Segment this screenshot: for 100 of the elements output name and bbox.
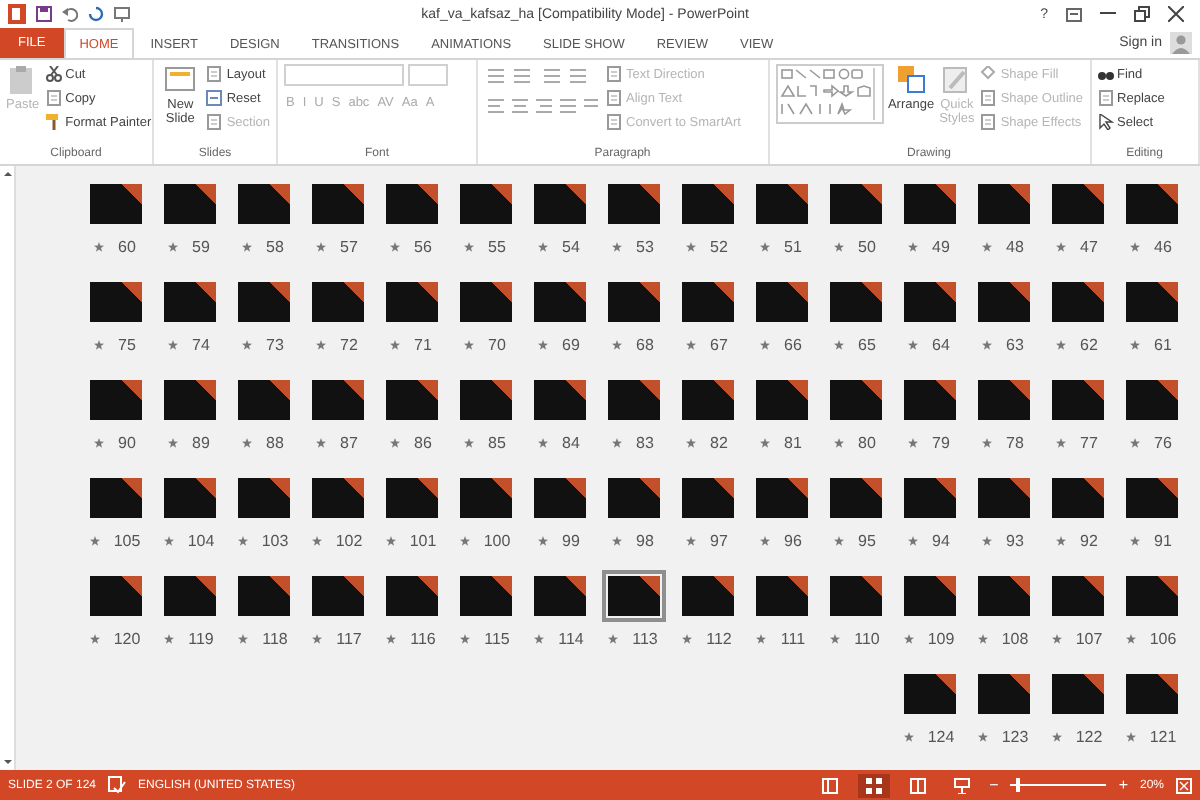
slide-number: 77 bbox=[1080, 434, 1098, 452]
slide-number: 50 bbox=[858, 238, 876, 256]
slide-number: 116 bbox=[410, 630, 436, 648]
star-icon bbox=[1130, 536, 1141, 546]
star-icon bbox=[612, 340, 623, 350]
zoom-in-button[interactable]: + bbox=[1118, 776, 1128, 794]
slide-number: 119 bbox=[188, 630, 214, 648]
star-icon bbox=[756, 634, 767, 644]
overlapping-squares-icon bbox=[895, 64, 928, 96]
slide-number: 109 bbox=[927, 630, 955, 648]
star-icon bbox=[686, 340, 697, 350]
slide-number: 114 bbox=[558, 630, 584, 648]
slide-number: 78 bbox=[1006, 434, 1024, 452]
slide-sorter-button[interactable] bbox=[857, 773, 890, 797]
paintbrush-icon bbox=[940, 64, 973, 96]
slide-number: 55 bbox=[488, 238, 506, 256]
slide-number: 66 bbox=[784, 336, 802, 354]
slide-number: 101 bbox=[409, 532, 437, 550]
close-icon[interactable] bbox=[1168, 6, 1184, 22]
slide-number: 118 bbox=[262, 630, 288, 648]
document-icon bbox=[980, 114, 997, 130]
slide-number: 85 bbox=[488, 434, 506, 452]
slide-number: 48 bbox=[1006, 238, 1024, 256]
star-icon bbox=[464, 438, 475, 448]
slide-number: 87 bbox=[340, 434, 358, 452]
star-icon bbox=[908, 242, 919, 252]
slide-number: 97 bbox=[710, 532, 728, 550]
spelling-check-icon[interactable] bbox=[108, 776, 127, 794]
fit-to-window-icon[interactable] bbox=[1176, 777, 1192, 793]
font-name-field[interactable] bbox=[284, 64, 404, 86]
star-icon bbox=[242, 438, 253, 448]
slide-number: 96 bbox=[784, 532, 802, 550]
star-icon bbox=[982, 438, 993, 448]
star-icon bbox=[1056, 536, 1067, 546]
star-icon bbox=[834, 536, 845, 546]
redo-icon[interactable] bbox=[88, 6, 104, 22]
slide-number: 71 bbox=[414, 336, 432, 354]
star-icon bbox=[982, 242, 993, 252]
slide-number: 100 bbox=[483, 532, 511, 550]
star-icon bbox=[312, 634, 323, 644]
slide-number: 67 bbox=[710, 336, 728, 354]
shapes-gallery-drawing[interactable] bbox=[775, 64, 884, 124]
view-icon bbox=[953, 777, 970, 793]
slide-number: 72 bbox=[340, 336, 358, 354]
slide-number: 64 bbox=[932, 336, 950, 354]
star-icon bbox=[977, 634, 988, 644]
star-icon bbox=[1056, 438, 1067, 448]
save-icon[interactable] bbox=[36, 6, 52, 22]
slide-number: 73 bbox=[266, 336, 284, 354]
star-icon bbox=[686, 536, 697, 546]
star-icon bbox=[608, 634, 619, 644]
star-icon bbox=[760, 438, 771, 448]
star-icon bbox=[1125, 634, 1136, 644]
slideshow-start-icon[interactable] bbox=[114, 6, 130, 22]
star-icon bbox=[612, 242, 623, 252]
star-icon bbox=[908, 536, 919, 546]
document-icon bbox=[45, 90, 62, 106]
document-icon bbox=[606, 114, 622, 130]
star-icon bbox=[1056, 340, 1067, 350]
slide-number: 107 bbox=[1075, 630, 1103, 648]
star-icon bbox=[89, 634, 100, 644]
star-icon bbox=[977, 732, 988, 742]
star-icon bbox=[982, 340, 993, 350]
powerpoint-logo-icon[interactable] bbox=[8, 4, 26, 24]
star-icon bbox=[316, 340, 327, 350]
star-icon bbox=[538, 438, 549, 448]
ribbon-display-icon[interactable] bbox=[1066, 7, 1082, 21]
slide-thumbnail[interactable] bbox=[601, 570, 665, 622]
star-icon bbox=[94, 242, 105, 252]
slide-number: 59 bbox=[192, 238, 210, 256]
slide-icon bbox=[164, 64, 197, 96]
star-icon bbox=[1056, 242, 1067, 252]
star-icon bbox=[464, 242, 475, 252]
slide-number: 46 bbox=[1154, 238, 1172, 256]
star-icon bbox=[908, 340, 919, 350]
slide-number: 49 bbox=[932, 238, 950, 256]
document-icon bbox=[606, 90, 622, 106]
star-icon bbox=[686, 438, 697, 448]
slide-number: 58 bbox=[266, 238, 284, 256]
font-size-field[interactable] bbox=[408, 64, 448, 86]
vertical-scrollbar[interactable] bbox=[0, 166, 16, 770]
star-icon bbox=[834, 242, 845, 252]
zoom-out-button[interactable]: − bbox=[989, 776, 999, 794]
slide-number: 75 bbox=[118, 336, 136, 354]
view-icon bbox=[821, 777, 838, 793]
binoculars-icon bbox=[1097, 66, 1114, 82]
star-icon bbox=[163, 536, 174, 546]
restore-icon[interactable] bbox=[1134, 6, 1150, 22]
slide-number: 91 bbox=[1154, 532, 1172, 550]
slide-number: 86 bbox=[414, 434, 432, 452]
slide-number: 108 bbox=[1001, 630, 1029, 648]
slide-number: 53 bbox=[636, 238, 654, 256]
slide-number: 88 bbox=[266, 434, 284, 452]
star-icon bbox=[390, 438, 401, 448]
star-icon bbox=[168, 242, 179, 252]
undo-icon[interactable] bbox=[62, 6, 78, 22]
star-icon bbox=[459, 536, 470, 546]
minimize-icon[interactable] bbox=[1100, 12, 1116, 16]
slide-number: 121 bbox=[1149, 728, 1177, 746]
paintbrush-icon bbox=[45, 114, 62, 130]
